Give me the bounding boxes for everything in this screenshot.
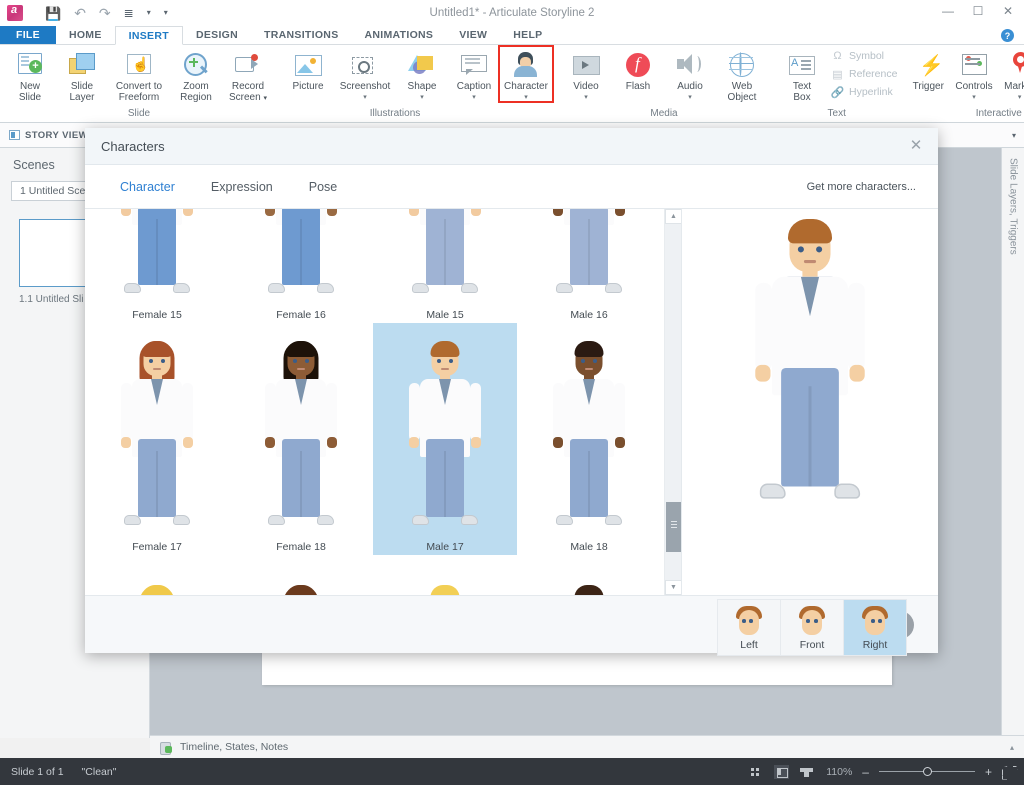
character-cell-label: Female 17 (132, 541, 182, 553)
tab-pose[interactable]: Pose (291, 180, 356, 194)
character-cell[interactable]: Male 16 (517, 209, 661, 323)
characters-dialog: Characters ✕ Character Expression Pose G… (85, 128, 938, 656)
character-cell[interactable]: Male 17 (373, 323, 517, 555)
character-cell[interactable]: Female 15 (85, 209, 229, 323)
scrollbar-track[interactable] (665, 224, 681, 580)
character-cell-label: Male 16 (570, 309, 608, 321)
character-cell[interactable] (85, 555, 229, 595)
character-cell[interactable]: Female 17 (85, 323, 229, 555)
character-cell[interactable]: Female 16 (229, 209, 373, 323)
character-cell[interactable]: Male 18 (517, 323, 661, 555)
modal-overlay: Characters ✕ Character Expression Pose G… (0, 0, 1024, 785)
pose-label-right: Right (862, 639, 888, 651)
character-figure (120, 585, 194, 595)
pose-option-front[interactable]: Front (781, 600, 844, 655)
dialog-body: Female 15 Female 16 Male 15 Male 16 Fema… (85, 209, 938, 656)
character-figure (552, 209, 626, 307)
pose-label-left: Left (740, 639, 758, 651)
character-cell-label: Male 18 (570, 541, 608, 553)
character-cell[interactable] (517, 555, 661, 595)
pose-head-right-icon (862, 606, 888, 637)
character-cell-label: Male 17 (426, 541, 464, 553)
dialog-close-icon[interactable]: ✕ (907, 137, 925, 155)
character-figure (552, 585, 626, 595)
character-figure (408, 585, 482, 595)
character-cell[interactable] (229, 555, 373, 595)
character-cell-label: Female 18 (276, 541, 326, 553)
tab-character[interactable]: Character (102, 180, 193, 194)
pose-label-front: Front (799, 639, 825, 651)
character-figure (552, 341, 626, 539)
character-figure (120, 209, 194, 307)
tab-expression[interactable]: Expression (193, 180, 291, 194)
character-cell-label: Female 16 (276, 309, 326, 321)
character-figure (264, 585, 338, 595)
character-grid-scrollbar[interactable]: ▲ ▼ (664, 209, 681, 595)
character-figure (408, 341, 482, 539)
pose-head-front-icon (799, 606, 825, 637)
scroll-down-icon[interactable]: ▼ (665, 580, 681, 595)
character-figure (264, 341, 338, 539)
character-figure (408, 209, 482, 307)
preview-character (755, 219, 865, 499)
dialog-title: Characters (101, 138, 165, 154)
character-figure (120, 341, 194, 539)
pose-option-right[interactable]: Right (844, 600, 906, 655)
get-more-characters-link[interactable]: Get more characters... (807, 181, 916, 193)
character-figure (264, 209, 338, 307)
character-grid-container: Female 15 Female 16 Male 15 Male 16 Fema… (85, 209, 682, 595)
preview-character-figure (754, 219, 866, 520)
character-cell[interactable]: Male 15 (373, 209, 517, 323)
scrollbar-thumb[interactable] (666, 502, 681, 552)
character-cell[interactable] (373, 555, 517, 595)
pose-head-left-icon (736, 606, 762, 637)
dialog-tab-strip: Character Expression Pose Get more chara… (85, 165, 938, 209)
character-grid: Female 15 Female 16 Male 15 Male 16 Fema… (85, 209, 663, 595)
character-cell-label: Male 15 (426, 309, 464, 321)
pose-selector: Left Front Right (717, 599, 907, 656)
dialog-header: Characters ✕ (85, 128, 938, 165)
character-cell-label: Female 15 (132, 309, 182, 321)
application-window: 💾 ↶ ↷ ≣ ▾ ▾ Untitled1* - Articulate Stor… (0, 0, 1024, 785)
character-cell[interactable]: Female 18 (229, 323, 373, 555)
pose-option-left[interactable]: Left (718, 600, 781, 655)
scroll-up-icon[interactable]: ▲ (665, 209, 681, 224)
character-preview-pane: Left Front Right (682, 209, 938, 656)
